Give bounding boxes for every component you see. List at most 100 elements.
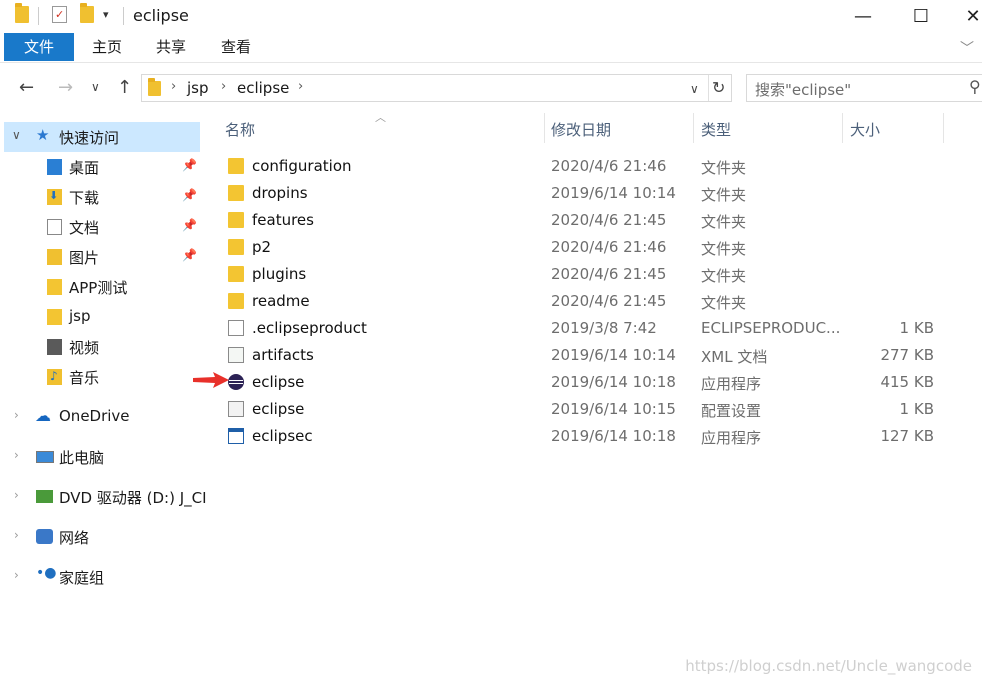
file-date: 2020/4/6 21:46 [551,157,667,175]
config-file-icon [228,401,244,417]
title-bar: ✓ ▾ eclipse — ☐ ✕ [0,0,982,33]
file-size: 127 KB [880,427,934,445]
file-list: ︿ 名称 修改日期 类型 大小 configuration 2020/4/6 21… [204,111,982,685]
file-date: 2020/4/6 21:45 [551,211,667,229]
tab-file[interactable]: 文件 [4,33,74,61]
divider [123,7,124,25]
nav-item-network[interactable]: › 网络 [0,522,200,552]
file-type: XML 文档 [701,348,768,366]
file-type: 文件夹 [701,213,747,231]
file-type: 配置设置 [701,402,762,420]
tab-home[interactable]: 主页 [83,33,131,61]
breadcrumb-eclipse[interactable]: eclipse [237,79,289,97]
maximize-button[interactable]: ☐ [898,0,944,32]
chevron-down-icon[interactable]: ∨ [690,82,699,96]
file-row[interactable]: readme 2020/4/6 21:45 文件夹 [224,288,964,315]
address-bar[interactable]: › jsp › eclipse › ∨ ↻ [141,74,732,102]
chevron-right-icon[interactable]: › [14,568,19,582]
nav-item-videos[interactable]: 视频 [0,332,200,362]
pin-icon[interactable]: 📌 [182,218,197,232]
red-arrow-annotation [193,372,229,388]
file-date: 2019/3/8 7:42 [551,319,657,337]
folder-icon [15,3,29,23]
tab-share[interactable]: 共享 [147,33,195,61]
pin-icon[interactable]: 📌 [182,188,197,202]
breadcrumb-separator: › [221,79,227,94]
pin-icon[interactable]: 📌 [182,158,197,172]
nav-item-onedrive[interactable]: › ☁ OneDrive [0,402,200,432]
nav-item-music[interactable]: ♪ 音乐 [0,362,200,392]
pin-icon[interactable]: 📌 [182,248,197,262]
nav-item-desktop[interactable]: 桌面 📌 [0,152,200,182]
chevron-down-icon[interactable]: ﹀ [960,38,974,58]
column-divider[interactable] [693,113,694,143]
new-folder-icon[interactable] [80,3,94,23]
back-arrow-icon[interactable]: ← [19,77,34,98]
refresh-icon[interactable]: ↻ [712,78,725,97]
file-date: 2019/6/14 10:15 [551,400,676,418]
file-type: ECLIPSEPRODUC... [701,319,841,337]
chevron-right-icon[interactable]: › [14,408,19,422]
address-row: ← → ∨ ↑ › jsp › eclipse › ∨ ↻ 搜索"eclipse… [0,63,982,113]
nav-item-jsp[interactable]: jsp [0,302,200,332]
chevron-down-icon[interactable]: ∨ [12,128,21,142]
column-header-name[interactable]: 名称 [225,119,255,140]
divider [38,7,39,25]
file-row[interactable]: features 2020/4/6 21:45 文件夹 [224,207,964,234]
music-icon: ♪ [47,369,62,385]
nav-item-homegroup[interactable]: › •● 家庭组 [0,562,200,592]
tab-view[interactable]: 查看 [212,33,260,61]
file-row[interactable]: eclipsec 2019/6/14 10:18 应用程序 127 KB [224,423,964,450]
column-divider[interactable] [544,113,545,143]
nav-label: 家庭组 [59,569,105,587]
file-row[interactable]: plugins 2020/4/6 21:45 文件夹 [224,261,964,288]
star-icon: ★ [36,126,50,144]
nav-item-app-test[interactable]: APP测试 [0,272,200,302]
xml-document-icon [228,347,244,363]
recent-locations-icon[interactable]: ∨ [91,80,100,94]
column-header-size[interactable]: 大小 [850,119,880,140]
file-name: .eclipseproduct [252,319,367,337]
column-divider[interactable] [943,113,944,143]
nav-item-documents[interactable]: 文档 📌 [0,212,200,242]
file-row[interactable]: artifacts 2019/6/14 10:14 XML 文档 277 KB [224,342,964,369]
nav-label: 音乐 [69,369,100,387]
nav-item-dvd-drive[interactable]: › DVD 驱动器 (D:) J_CI [0,482,207,512]
close-button[interactable]: ✕ [950,0,982,32]
nav-label: 图片 [69,249,100,267]
minimize-button[interactable]: — [840,0,886,32]
search-input[interactable]: 搜索"eclipse" ⚲ [746,74,982,102]
nav-item-downloads[interactable]: ⬇ 下载 📌 [0,182,200,212]
up-arrow-icon[interactable]: ↑ [117,77,132,98]
nav-label: jsp [69,307,91,325]
nav-label: 视频 [69,339,100,357]
chevron-right-icon[interactable]: › [14,528,19,542]
chevron-right-icon[interactable]: › [14,488,19,502]
network-icon [36,529,53,544]
file-row[interactable]: eclipse 2019/6/14 10:18 应用程序 415 KB [224,369,964,396]
nav-label: 下载 [69,189,100,207]
file-row[interactable]: configuration 2020/4/6 21:46 文件夹 [224,153,964,180]
breadcrumb-jsp[interactable]: jsp [187,79,209,97]
properties-icon[interactable]: ✓ [52,6,67,23]
file-date: 2019/6/14 10:14 [551,346,676,364]
forward-arrow-icon[interactable]: → [58,77,73,98]
file-row[interactable]: .eclipseproduct 2019/3/8 7:42 ECLIPSEPRODU… [224,315,964,342]
file-row[interactable]: p2 2020/4/6 21:46 文件夹 [224,234,964,261]
column-divider[interactable] [842,113,843,143]
file-size: 1 KB [899,319,934,337]
file-row[interactable]: dropins 2019/6/14 10:14 文件夹 [224,180,964,207]
nav-item-pictures[interactable]: 图片 📌 [0,242,200,272]
chevron-right-icon[interactable]: › [14,448,19,462]
file-date: 2019/6/14 10:14 [551,184,676,202]
nav-quick-access[interactable]: ∨ ★ 快速访问 [4,122,200,152]
customize-toolbar-icon[interactable]: ▾ [103,8,109,21]
column-header-type[interactable]: 类型 [701,119,731,140]
file-row[interactable]: eclipse 2019/6/14 10:15 配置设置 1 KB [224,396,964,423]
search-icon[interactable]: ⚲ [969,77,981,96]
nav-item-this-pc[interactable]: › 此电脑 [0,442,200,472]
folder-icon [228,158,244,174]
homegroup-icon: •● [36,565,57,581]
column-header-date[interactable]: 修改日期 [551,119,611,140]
videos-icon [47,339,62,355]
